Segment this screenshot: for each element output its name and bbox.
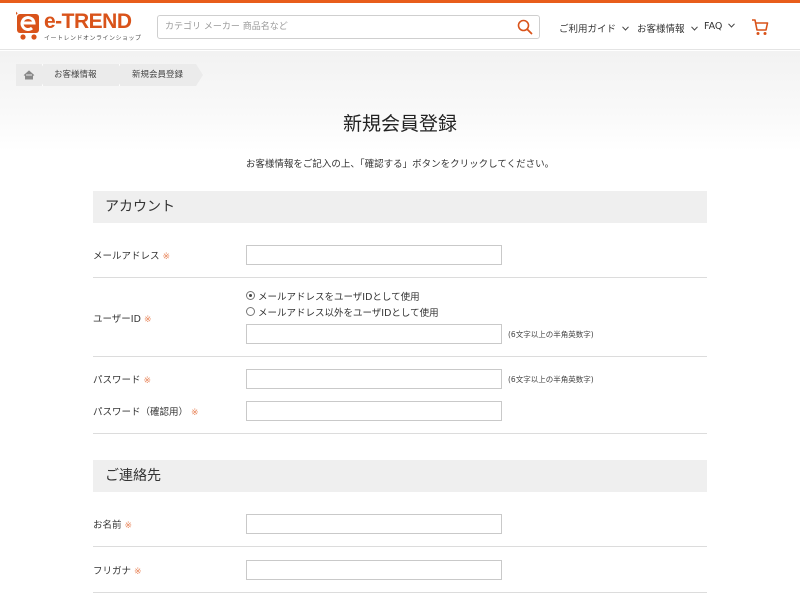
chevron-down-icon bbox=[622, 26, 629, 31]
password-confirm-field[interactable] bbox=[246, 401, 502, 421]
userid-label: ユーザーID ※ bbox=[93, 311, 151, 325]
userid-label-text: ユーザーID bbox=[93, 314, 141, 325]
page-title: 新規会員登録 bbox=[342, 113, 457, 135]
radio-checked-icon[interactable] bbox=[246, 291, 255, 300]
section-heading-contact: ご連絡先 bbox=[93, 460, 707, 492]
nav-customer[interactable]: お客様情報 bbox=[637, 21, 698, 35]
logo-cart-icon bbox=[16, 11, 39, 40]
site-header: e-TREND イートレンドオンラインショップ ご利用ガイド お客様情報 FAQ bbox=[0, 3, 800, 50]
breadcrumb-customer-label: お客様情報 bbox=[54, 70, 97, 80]
nav-guide[interactable]: ご利用ガイド bbox=[559, 21, 629, 35]
section-heading-account: アカウント bbox=[93, 191, 707, 223]
chevron-down-icon bbox=[690, 26, 698, 31]
cart-icon[interactable] bbox=[751, 18, 769, 36]
radio-unchecked-icon[interactable] bbox=[246, 307, 255, 316]
nav-faq-label: FAQ bbox=[704, 21, 723, 32]
logo-wordmark: e-TREND bbox=[44, 10, 132, 33]
required-mark: ※ bbox=[124, 521, 133, 531]
required-mark: ※ bbox=[143, 376, 152, 386]
userid-option-email-label: メールアドレスをユーザIDとして使用 bbox=[258, 292, 420, 303]
email-label-text: メールアドレス bbox=[93, 251, 160, 262]
row-divider bbox=[93, 546, 707, 547]
site-logo[interactable]: e-TREND イートレンドオンラインショップ bbox=[16, 10, 141, 43]
userid-hint: (6文字以上の半角英数字) bbox=[508, 330, 594, 339]
nav-customer-label: お客様情報 bbox=[637, 24, 685, 35]
name-label-text: お名前 bbox=[93, 520, 122, 531]
breadcrumb-current-label: 新規会員登録 bbox=[132, 70, 184, 80]
required-mark: ※ bbox=[191, 408, 199, 418]
search-icon[interactable] bbox=[517, 19, 533, 35]
required-mark: ※ bbox=[134, 567, 142, 577]
row-divider bbox=[93, 433, 707, 434]
nav-guide-label: ご利用ガイド bbox=[559, 24, 617, 35]
password-confirm-label-text: パスワード（確認用） bbox=[93, 407, 189, 418]
userid-option-other-label: メールアドレス以外をユーザIDとして使用 bbox=[258, 308, 439, 319]
required-mark: ※ bbox=[143, 315, 152, 325]
breadcrumb-end bbox=[196, 64, 203, 86]
breadcrumb-home[interactable] bbox=[16, 64, 49, 86]
logo-tagline: イートレンドオンラインショップ bbox=[44, 35, 142, 42]
page-instruction: お客様情報をご記入の上、「確認する」ボタンをクリックしてください。 bbox=[245, 159, 555, 170]
password-hint: (6文字以上の半角英数字) bbox=[508, 375, 594, 384]
row-divider bbox=[93, 356, 707, 357]
search-box bbox=[157, 15, 540, 39]
search-input[interactable] bbox=[158, 16, 508, 38]
nav-faq[interactable]: FAQ bbox=[704, 21, 736, 32]
chevron-down-icon bbox=[728, 23, 736, 28]
home-icon bbox=[23, 70, 35, 80]
password-label-text: パスワード bbox=[93, 375, 141, 386]
password-confirm-label: パスワード（確認用） ※ bbox=[93, 404, 199, 418]
kana-label-text: フリガナ bbox=[93, 566, 132, 577]
email-field[interactable] bbox=[246, 245, 502, 265]
required-mark: ※ bbox=[162, 252, 171, 262]
breadcrumb-current: 新規会員登録 bbox=[120, 64, 203, 86]
kana-field[interactable] bbox=[246, 560, 502, 580]
email-label: メールアドレス ※ bbox=[93, 248, 170, 262]
password-field[interactable] bbox=[246, 369, 502, 389]
breadcrumb-customer[interactable]: お客様情報 bbox=[43, 64, 126, 86]
name-field[interactable] bbox=[246, 514, 502, 534]
kana-label: フリガナ ※ bbox=[93, 563, 142, 577]
row-divider bbox=[93, 277, 707, 278]
userid-field[interactable] bbox=[246, 324, 502, 344]
password-label: パスワード ※ bbox=[93, 372, 151, 386]
row-divider bbox=[93, 592, 707, 593]
name-label: お名前 ※ bbox=[93, 517, 132, 531]
